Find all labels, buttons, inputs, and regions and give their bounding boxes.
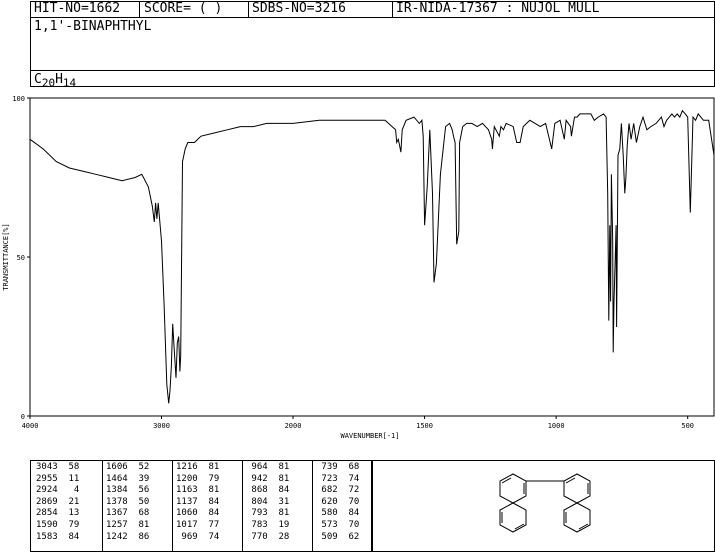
peak-row: 2869 21 xyxy=(36,496,80,507)
peak-row: 620 70 xyxy=(316,496,360,507)
x-tick-label: 2000 xyxy=(285,422,302,430)
peak-column-divider xyxy=(172,460,173,552)
peak-row: 2924 4 xyxy=(36,485,80,496)
plot-frame xyxy=(29,97,715,417)
y-tick-label: 0 xyxy=(21,413,25,421)
header-divider xyxy=(392,1,393,18)
header-divider xyxy=(139,1,140,18)
x-axis-label: WAVENUMBER[-1] xyxy=(340,432,399,440)
x-tick-label: 500 xyxy=(681,422,694,430)
y-tick-label: 50 xyxy=(17,254,25,262)
peak-row: 682 72 xyxy=(316,485,360,496)
header-bar xyxy=(30,1,715,18)
peak-column: 3043 58 2955 11 2924 4 2869 21 2854 13 1590 7… xyxy=(36,462,79,543)
score: SCORE= ( ) xyxy=(144,1,223,16)
peak-column: 964 81 942 81 868 84 804 31 793 81 783 1… xyxy=(246,462,289,543)
peak-row: 1200 79 xyxy=(176,473,220,484)
ir-number: IR-NIDA-17367 : NUJOL MULL xyxy=(396,1,600,16)
peak-row: 1590 79 xyxy=(36,519,80,530)
peak-row: 2955 11 xyxy=(36,473,80,484)
x-tick-label: 1500 xyxy=(416,422,433,430)
peak-row: 1257 81 xyxy=(106,519,150,530)
peak-row: 1367 68 xyxy=(106,508,150,519)
peak-column: 1216 81 1200 79 1163 81 1137 84 1060 84 1017 … xyxy=(176,462,219,543)
x-tick-label: 1000 xyxy=(548,422,565,430)
y-axis-label: TRANSMITTANCE[%] xyxy=(2,223,10,290)
peak-row: 804 31 xyxy=(246,496,290,507)
peak-row: 1606 52 xyxy=(106,462,150,472)
peak-column-divider xyxy=(242,460,243,552)
peak-column-divider xyxy=(312,460,313,552)
hit-number: HIT-NO=1662 xyxy=(34,1,121,16)
peak-row: 1017 77 xyxy=(176,519,220,530)
x-tick-label: 3000 xyxy=(153,422,170,430)
peak-row: 1242 86 xyxy=(106,531,150,542)
binaphthyl-structure xyxy=(499,473,591,533)
peak-row: 1163 81 xyxy=(176,485,220,496)
peak-column-divider xyxy=(102,460,103,552)
peak-row: 1216 81 xyxy=(176,462,220,472)
peak-row: 942 81 xyxy=(246,473,290,484)
peak-row: 2854 13 xyxy=(36,508,80,519)
peak-row: 1137 84 xyxy=(176,496,220,507)
peak-row: 793 81 xyxy=(246,508,290,519)
header-divider xyxy=(248,1,249,18)
ir-spectrum-chart: 1005004000 3000 2000 1500 1000 500WAVENUMBER[… xyxy=(2,95,715,440)
peak-row: 723 74 xyxy=(316,473,360,484)
peak-row: 3043 58 xyxy=(36,462,80,472)
peak-column: 739 68 723 74 682 72 620 70 580 84 573 7… xyxy=(316,462,359,543)
peak-row: 770 28 xyxy=(246,531,290,542)
peak-row: 580 84 xyxy=(316,508,360,519)
y-tick-label: 100 xyxy=(12,95,25,103)
peak-row: 1384 56 xyxy=(106,485,150,496)
compound-name: 1,1'-BINAPHTHYL xyxy=(34,19,152,34)
peak-row: 1464 39 xyxy=(106,473,150,484)
compound-divider xyxy=(30,70,715,71)
peak-row: 509 62 xyxy=(316,531,360,542)
peak-row: 739 68 xyxy=(316,462,360,472)
peak-row: 1378 50 xyxy=(106,496,150,507)
peak-row: 1583 84 xyxy=(36,531,80,542)
peak-row: 783 19 xyxy=(246,519,290,530)
peak-row: 964 81 xyxy=(246,462,290,472)
peak-row: 969 74 xyxy=(176,531,220,542)
peak-column: 1606 52 1464 39 1384 56 1378 50 1367 68 1257 … xyxy=(106,462,149,543)
spectrum-line xyxy=(29,109,715,404)
peak-row: 573 70 xyxy=(316,519,360,530)
peak-row: 1060 84 xyxy=(176,508,220,519)
x-tick-label: 4000 xyxy=(22,422,39,430)
peak-row: 868 84 xyxy=(246,485,290,496)
sdbs-number: SDBS-NO=3216 xyxy=(252,1,346,16)
